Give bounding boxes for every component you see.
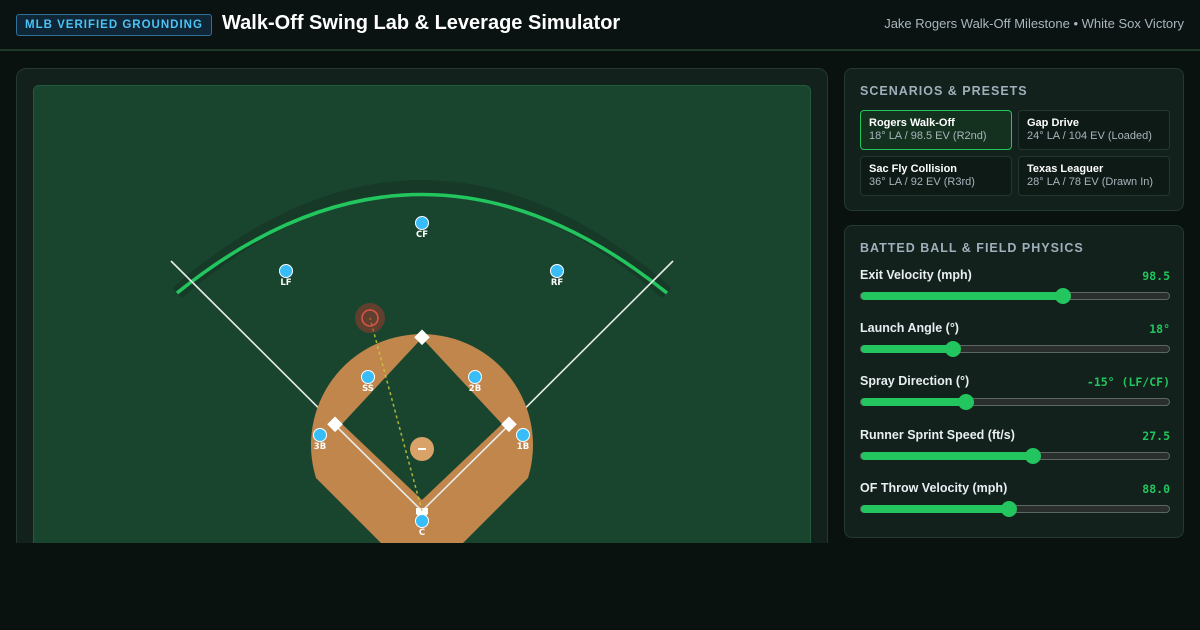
outfield-wall: [175, 192, 669, 295]
preset-desc: 36° LA / 92 EV (R3rd): [869, 176, 975, 188]
fielder-2b-label: 2B: [469, 384, 481, 394]
preset-texas-leaguer[interactable]: Texas Leaguer 28° LA / 78 EV (Drawn In): [1018, 156, 1170, 196]
preset-gap-drive[interactable]: Gap Drive 24° LA / 104 EV (Loaded): [1018, 110, 1170, 150]
minus-icon: [418, 448, 426, 450]
slider-track[interactable]: [860, 341, 1170, 357]
fielder-3b-label: 3B: [314, 442, 326, 452]
fielder-lf-label: LF: [280, 278, 291, 288]
fielder-rf[interactable]: RF: [550, 264, 564, 289]
field-panel: CF LF RF SS 2B 3B 1B C: [16, 68, 828, 568]
field-diagram: CF LF RF SS 2B 3B 1B C: [170, 180, 674, 564]
slider-fill: [861, 345, 954, 353]
slider-value: -15° (LF/CF): [1086, 375, 1170, 389]
physics-panel: BATTED BALL & FIELD PHYSICS Exit Velocit…: [844, 225, 1184, 538]
preset-name: Sac Fly Collision: [869, 163, 958, 175]
slider-thumb[interactable]: [1054, 288, 1071, 304]
spray-direction-slider: Spray Direction (°) -15° (LF/CF): [860, 374, 1170, 414]
fielder-c-label: C: [419, 528, 425, 538]
slider-label: Launch Angle (°): [860, 321, 959, 335]
slider-value: 88.0: [1142, 482, 1170, 496]
preset-name: Gap Drive: [1027, 117, 1079, 129]
preset-desc: 28° LA / 78 EV (Drawn In): [1027, 176, 1154, 188]
runner-speed-slider: Runner Sprint Speed (ft/s) 27.5: [860, 428, 1170, 468]
slider-label: Runner Sprint Speed (ft/s): [860, 428, 1015, 442]
throw-velocity-slider: OF Throw Velocity (mph) 88.0: [860, 481, 1170, 521]
fielder-2b[interactable]: 2B: [468, 370, 482, 395]
scenarios-panel: SCENARIOS & PRESETS Rogers Walk-Off 18° …: [844, 68, 1184, 211]
exit-velocity-slider: Exit Velocity (mph) 98.5: [860, 268, 1170, 308]
fielder-rf-label: RF: [551, 278, 564, 288]
preset-name: Rogers Walk-Off: [869, 117, 955, 129]
outfield-wall-band: [172, 180, 672, 299]
fielder-lf[interactable]: LF: [279, 264, 293, 289]
slider-fill: [861, 452, 1034, 460]
slider-label: Exit Velocity (mph): [860, 268, 972, 282]
slider-track[interactable]: [860, 288, 1170, 304]
fielder-ss[interactable]: SS: [361, 370, 375, 395]
page-title: Walk-Off Swing Lab & Leverage Simulator: [222, 12, 621, 34]
preset-name: Texas Leaguer: [1027, 163, 1104, 175]
slider-track[interactable]: [860, 448, 1170, 464]
slider-thumb[interactable]: [957, 394, 974, 410]
fielder-1b-label: 1B: [517, 442, 529, 452]
preset-rogers-walk-off[interactable]: Rogers Walk-Off 18° LA / 98.5 EV (R2nd): [860, 110, 1012, 150]
scenarios-title: SCENARIOS & PRESETS: [860, 84, 1028, 98]
slider-thumb[interactable]: [1000, 501, 1017, 517]
fielder-ss-label: SS: [362, 384, 374, 394]
slider-thumb[interactable]: [945, 341, 962, 357]
preset-desc: 18° LA / 98.5 EV (R2nd): [869, 130, 987, 142]
slider-value: 18°: [1149, 322, 1170, 336]
slider-track[interactable]: [860, 501, 1170, 517]
slider-value: 27.5: [1142, 429, 1170, 443]
fielder-3b[interactable]: 3B: [313, 428, 327, 453]
slider-thumb[interactable]: [1025, 448, 1042, 464]
slider-value: 98.5: [1142, 269, 1170, 283]
preset-desc: 24° LA / 104 EV (Loaded): [1027, 130, 1152, 142]
verified-badge: MLB VERIFIED GROUNDING: [16, 14, 212, 36]
fielder-1b[interactable]: 1B: [516, 428, 530, 453]
app-header: MLB VERIFIED GROUNDING Walk-Off Swing La…: [0, 0, 1200, 51]
physics-title: BATTED BALL & FIELD PHYSICS: [860, 241, 1084, 255]
slider-label: Spray Direction (°): [860, 374, 970, 388]
slider-label: OF Throw Velocity (mph): [860, 481, 1008, 495]
header-subtitle: Jake Rogers Walk-Off Milestone • White S…: [884, 16, 1184, 31]
baseball-field[interactable]: CF LF RF SS 2B 3B 1B C: [33, 85, 811, 565]
preset-sac-fly-collision[interactable]: Sac Fly Collision 36° LA / 92 EV (R3rd): [860, 156, 1012, 196]
slider-fill: [861, 398, 966, 406]
launch-angle-slider: Launch Angle (°) 18°: [860, 321, 1170, 361]
fielder-cf[interactable]: CF: [415, 216, 429, 241]
bottom-backdrop: [0, 543, 1200, 630]
slider-fill: [861, 292, 1063, 300]
slider-track[interactable]: [860, 394, 1170, 410]
slider-fill: [861, 505, 1009, 513]
fielder-cf-label: CF: [416, 230, 428, 240]
landing-zone: [355, 303, 385, 333]
